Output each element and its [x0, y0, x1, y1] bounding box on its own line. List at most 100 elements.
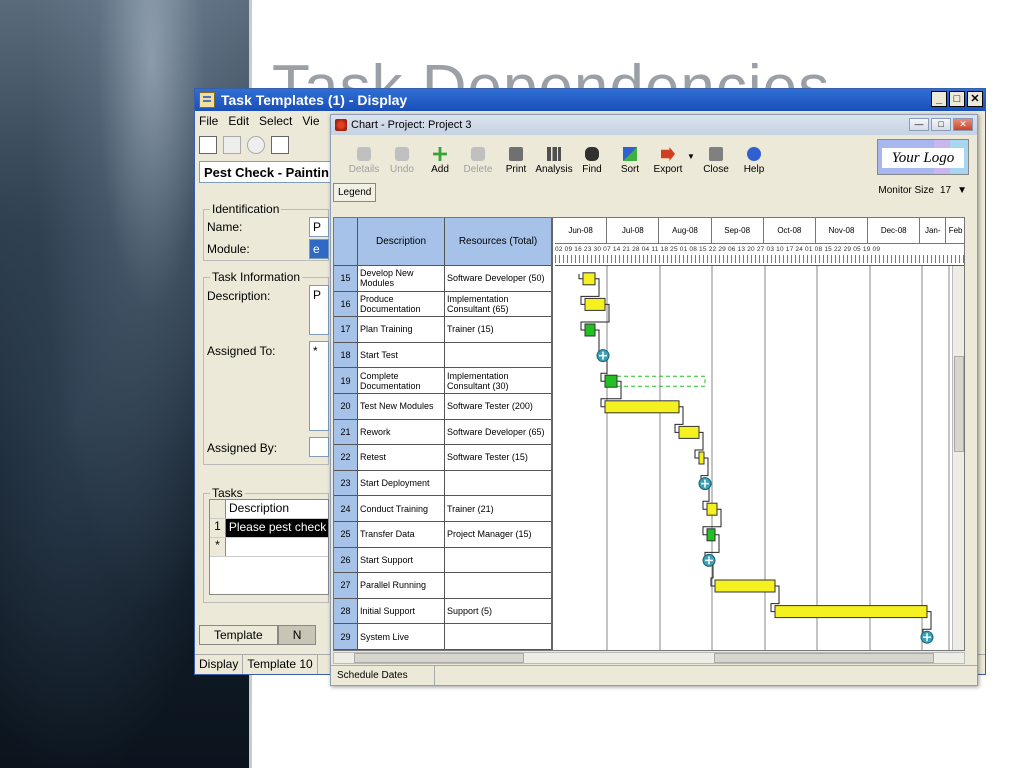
legend-button[interactable]: Legend: [333, 182, 377, 202]
task-description[interactable]: Complete Documentation: [358, 368, 445, 393]
task-resources[interactable]: Support (5): [445, 599, 551, 624]
save-icon[interactable]: [223, 136, 241, 154]
table-row[interactable]: 23 Start Deployment: [334, 470, 551, 497]
add-button[interactable]: Add: [421, 147, 459, 179]
document-icon[interactable]: [271, 136, 289, 154]
task-templates-titlebar[interactable]: Task Templates (1) - Display _ □ ✕: [195, 89, 985, 111]
task-description-cell[interactable]: [226, 538, 232, 556]
task-resources[interactable]: [445, 573, 551, 598]
task-resources[interactable]: Project Manager (15): [445, 522, 551, 547]
task-description[interactable]: System Live: [358, 624, 445, 649]
table-row[interactable]: *: [210, 538, 328, 557]
table-scroll-thumb[interactable]: [354, 653, 524, 663]
chart-window[interactable]: Chart - Project: Project 3 — □ ✕ Details…: [330, 114, 978, 686]
task-description[interactable]: Parallel Running: [358, 573, 445, 598]
table-row[interactable]: 27 Parallel Running: [334, 573, 551, 599]
table-row[interactable]: 19 Complete Documentation Implementation C…: [334, 368, 551, 394]
gantt-bars[interactable]: [555, 266, 965, 651]
assigned-to-field[interactable]: *: [309, 341, 329, 431]
maximize-button[interactable]: □: [949, 91, 965, 107]
menu-select[interactable]: Select: [259, 114, 292, 128]
close-chart-button[interactable]: Close: [697, 147, 735, 179]
task-resources[interactable]: [445, 624, 551, 649]
table-row[interactable]: 17 Plan Training Trainer (15): [334, 317, 551, 343]
column-header-description[interactable]: Description: [358, 218, 445, 265]
task-resources[interactable]: Software Tester (15): [445, 445, 551, 470]
find-button[interactable]: Find: [573, 147, 611, 179]
vertical-scroll-thumb[interactable]: [954, 356, 964, 452]
task-resources[interactable]: [445, 471, 551, 496]
task-resources[interactable]: Implementation Consultant (65): [445, 292, 551, 317]
close-button[interactable]: ✕: [967, 91, 983, 107]
status-schedule-dates[interactable]: Schedule Dates: [331, 666, 435, 685]
chart-close-button[interactable]: ✕: [953, 118, 973, 131]
task-description[interactable]: Start Deployment: [358, 470, 445, 496]
new-icon[interactable]: [199, 136, 217, 154]
menu-file[interactable]: File: [199, 114, 218, 128]
details-button[interactable]: Details: [345, 147, 383, 179]
task-description[interactable]: Develop New Modules: [358, 266, 445, 291]
task-resources[interactable]: [445, 548, 551, 573]
horizontal-scrollbar[interactable]: [333, 652, 965, 664]
menu-view[interactable]: Vie: [302, 114, 319, 128]
chevron-down-icon[interactable]: ▼: [957, 185, 967, 196]
export-dropdown-icon[interactable]: ▼: [687, 152, 697, 179]
table-row[interactable]: 28 Initial Support Support (5): [334, 598, 551, 625]
chart-minimize-button[interactable]: —: [909, 118, 929, 131]
monitor-size-select[interactable]: Monitor Size 17 ▼: [878, 185, 967, 196]
export-button[interactable]: Export: [649, 147, 687, 179]
vertical-scrollbar[interactable]: [952, 266, 964, 650]
column-header-resources[interactable]: Resources (Total): [445, 218, 551, 265]
tasks-header-description[interactable]: Description: [226, 500, 292, 518]
table-row[interactable]: 25 Transfer Data Project Manager (15): [334, 521, 551, 548]
table-row[interactable]: 21 Rework Software Developer (65): [334, 419, 551, 446]
task-resources[interactable]: Software Developer (65): [445, 420, 551, 445]
task-description[interactable]: Test New Modules: [358, 393, 445, 419]
task-description-cell[interactable]: Please pest check: [225, 519, 328, 537]
assigned-by-field[interactable]: [309, 437, 329, 457]
task-description[interactable]: Conduct Training: [358, 496, 445, 521]
table-row[interactable]: 1 Please pest check: [210, 519, 328, 538]
name-field[interactable]: P: [309, 217, 329, 237]
task-description[interactable]: Transfer Data: [358, 521, 445, 547]
task-description[interactable]: Produce Documentation: [358, 291, 445, 317]
undo-button[interactable]: Undo: [383, 147, 421, 179]
table-row[interactable]: 22 Retest Software Tester (15): [334, 445, 551, 471]
task-description[interactable]: Initial Support: [358, 598, 445, 624]
task-resources[interactable]: Trainer (15): [445, 317, 551, 342]
table-row[interactable]: 16 Produce Documentation Implementation Co…: [334, 291, 551, 318]
table-row[interactable]: 24 Conduct Training Trainer (21): [334, 496, 551, 522]
minimize-button[interactable]: _: [931, 91, 947, 107]
task-resources[interactable]: [445, 343, 551, 368]
chart-scroll-thumb[interactable]: [714, 653, 934, 663]
task-resources[interactable]: Software Tester (200): [445, 394, 551, 419]
table-row[interactable]: 29 System Live: [334, 624, 551, 650]
menu-edit[interactable]: Edit: [228, 114, 249, 128]
table-row[interactable]: 15 Develop New Modules Software Developer …: [334, 266, 551, 292]
tasks-grid[interactable]: Description 1 Please pest check *: [209, 499, 329, 595]
delete-button[interactable]: Delete: [459, 147, 497, 179]
print-button[interactable]: Print: [497, 147, 535, 179]
task-resources[interactable]: Software Developer (50): [445, 266, 551, 291]
table-row[interactable]: 26 Start Support: [334, 547, 551, 574]
gantt-grid[interactable]: Description Resources (Total) 15 Develop …: [333, 217, 965, 651]
tab-notes[interactable]: N: [277, 625, 317, 645]
task-description[interactable]: Start Support: [358, 547, 445, 573]
table-row[interactable]: 18 Start Test: [334, 342, 551, 369]
task-description[interactable]: Rework: [358, 419, 445, 445]
task-description[interactable]: Plan Training: [358, 317, 445, 342]
sort-button[interactable]: Sort: [611, 147, 649, 179]
chart-maximize-button[interactable]: □: [931, 118, 951, 131]
task-description[interactable]: Retest: [358, 445, 445, 470]
tab-template[interactable]: Template: [199, 625, 278, 645]
description-field[interactable]: P: [309, 285, 329, 335]
analysis-button[interactable]: Analysis: [535, 147, 573, 179]
table-row[interactable]: 20 Test New Modules Software Tester (200): [334, 393, 551, 420]
cancel-icon[interactable]: [247, 136, 265, 154]
task-description[interactable]: Start Test: [358, 342, 445, 368]
chart-titlebar[interactable]: Chart - Project: Project 3 — □ ✕: [331, 115, 977, 135]
task-resources[interactable]: Trainer (21): [445, 496, 551, 521]
module-field[interactable]: e: [309, 239, 329, 259]
help-button[interactable]: Help: [735, 147, 773, 179]
template-name-field[interactable]: Pest Check - Paintin: [199, 161, 349, 183]
